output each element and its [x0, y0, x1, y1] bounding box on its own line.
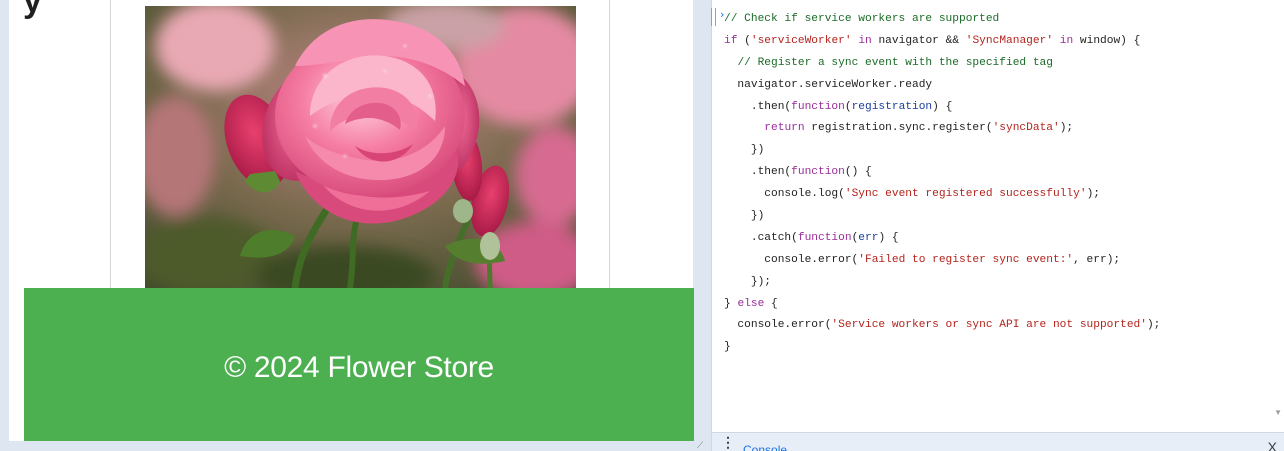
code-token: navigator &&	[871, 34, 966, 47]
code-token: {	[764, 297, 778, 310]
code-token: );	[1146, 319, 1161, 332]
code-line: .catch(function(err) {	[724, 228, 1274, 250]
tab-console[interactable]: Console	[743, 443, 787, 451]
drag-grip-icon[interactable]	[711, 8, 716, 26]
code-token: 'Failed to register sync event:'	[858, 253, 1074, 266]
code-token: console.log(	[724, 188, 845, 201]
code-token: );	[1086, 188, 1100, 201]
code-token: function	[791, 100, 845, 113]
console-drawer-bar: ⋮ Console X	[712, 432, 1284, 451]
code-token: navigator.serviceWorker.ready	[724, 78, 933, 91]
code-token: window) {	[1073, 34, 1141, 47]
footer-copyright: © 2024 Flower Store	[224, 350, 494, 384]
panel-splitter[interactable]	[703, 0, 711, 451]
page-bottom-strip	[9, 441, 693, 451]
code-token: 'serviceWorker'	[750, 34, 852, 47]
code-token: // Register a sync event with the specif…	[737, 56, 1053, 69]
code-line: return registration.sync.register('syncD…	[724, 118, 1274, 140]
scroll-down-arrow-icon[interactable]: ▼	[1274, 408, 1282, 417]
code-token: }	[724, 297, 738, 310]
code-token: if	[724, 34, 738, 47]
code-token: in	[858, 34, 872, 47]
code-token: console.error(	[724, 319, 832, 332]
code-line: // Register a sync event with the specif…	[724, 53, 1274, 75]
page-footer: © 2024 Flower Store	[24, 288, 694, 441]
code-token: 'syncData'	[992, 122, 1060, 135]
code-line: console.error('Failed to register sync e…	[724, 250, 1274, 272]
code-line: .then(function() {	[724, 162, 1274, 184]
code-line: })	[724, 140, 1274, 162]
code-line: }	[724, 337, 1274, 359]
code-token: registration	[851, 100, 933, 113]
code-token: })	[724, 210, 765, 223]
code-token: console.error(	[724, 253, 859, 266]
code-token: ) {	[932, 100, 953, 113]
product-card-border-left	[110, 0, 111, 288]
code-token: err	[858, 231, 879, 244]
code-token: .then(	[724, 166, 792, 179]
console-scrollbar[interactable]: ▼	[1273, 0, 1284, 432]
code-token: // Check if service workers are supporte…	[724, 13, 1000, 25]
devtools-console-panel: › // Check if service workers are suppor…	[711, 0, 1284, 451]
code-token: in	[1059, 34, 1074, 47]
code-token: else	[737, 297, 765, 310]
code-token: function	[797, 231, 852, 244]
console-code-input[interactable]: // Check if service workers are supporte…	[712, 0, 1274, 432]
page-preview-pane: y © 2024 Flower Store ⟋	[0, 0, 704, 451]
code-line: })	[724, 206, 1274, 228]
code-token: 'Service workers or sync API are not sup…	[831, 319, 1147, 332]
code-line: console.log('Sync event registered succe…	[724, 184, 1274, 206]
code-line: } else {	[724, 294, 1274, 316]
code-token: (	[844, 100, 852, 113]
code-token: return	[764, 122, 805, 135]
code-line: .then(function(registration) {	[724, 97, 1274, 119]
code-token: })	[724, 144, 765, 157]
code-token: .then(	[724, 100, 792, 113]
code-token: registration.sync.register(	[804, 122, 993, 135]
code-token: 'SyncManager'	[965, 34, 1054, 47]
code-token: ) {	[878, 231, 899, 244]
code-token: , err);	[1073, 253, 1121, 266]
close-icon[interactable]: X	[1268, 439, 1277, 451]
page-heading: y	[23, 0, 42, 20]
code-line: // Check if service workers are supporte…	[724, 9, 1274, 31]
code-line: });	[724, 272, 1274, 294]
code-token: );	[1059, 122, 1074, 135]
code-token: function	[791, 166, 845, 179]
rose-image	[145, 6, 576, 288]
code-line: navigator.serviceWorker.ready	[724, 75, 1274, 97]
code-token: 'Sync event registered successfully'	[844, 188, 1087, 201]
screen: y © 2024 Flower Store ⟋ › // Check if se…	[0, 0, 1284, 451]
code-token: }	[724, 341, 731, 354]
code-token: (	[737, 34, 751, 47]
product-card-border-right	[609, 0, 610, 288]
code-line: if ('serviceWorker' in navigator && 'Syn…	[724, 31, 1274, 53]
code-token: () {	[844, 166, 872, 179]
code-line: console.error('Service workers or sync A…	[724, 315, 1274, 337]
kebab-menu-icon[interactable]: ⋮	[721, 434, 735, 450]
code-token: .catch(	[724, 231, 798, 244]
code-token: });	[724, 275, 771, 288]
